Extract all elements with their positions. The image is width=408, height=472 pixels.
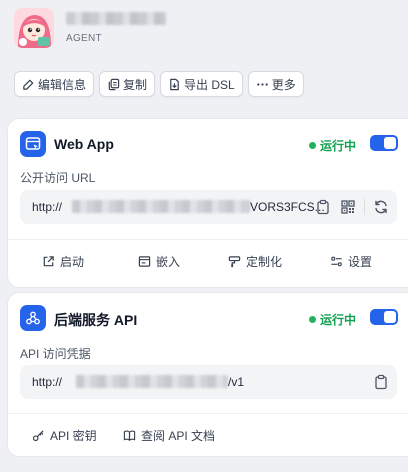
api-url-redacted bbox=[76, 375, 228, 388]
launch-icon bbox=[43, 256, 54, 267]
export-icon bbox=[170, 78, 179, 90]
copy-icon bbox=[108, 78, 120, 90]
api-title: 后端服务 API bbox=[54, 312, 138, 328]
edit-info-label: 编辑信息 bbox=[38, 77, 87, 92]
public-url-box: http:// VORS3FCS... bbox=[20, 190, 397, 224]
edit-icon bbox=[23, 79, 34, 90]
app-type-label: AGENT bbox=[66, 33, 102, 44]
settings-link[interactable]: 设置 bbox=[330, 253, 372, 270]
webapp-card: Web App 运行中 公开访问 URL http:// VORS3FCS... bbox=[7, 118, 408, 288]
browser-window-icon bbox=[25, 137, 41, 150]
api-nodes-icon bbox=[26, 311, 40, 325]
status-dot-icon bbox=[308, 316, 316, 323]
app-avatar bbox=[14, 8, 54, 48]
api-key-label: API 密钥 bbox=[50, 429, 97, 443]
key-icon bbox=[32, 430, 44, 442]
webapp-divider bbox=[8, 239, 408, 240]
edit-info-button[interactable]: 编辑信息 bbox=[14, 71, 95, 97]
customize-label: 定制化 bbox=[246, 255, 283, 269]
embed-label: 嵌入 bbox=[156, 255, 181, 269]
action-toolbar: 编辑信息 复制 导出 DSL 更多 bbox=[14, 71, 304, 97]
copy-api-url-button[interactable] bbox=[373, 374, 389, 390]
webapp-status-text: 运行中 bbox=[319, 139, 356, 153]
more-button[interactable]: 更多 bbox=[247, 71, 304, 97]
api-links: API 密钥 查阅 API 文档 bbox=[8, 423, 408, 449]
api-card-header: 后端服务 API 运行中 bbox=[20, 305, 398, 331]
webapp-card-header: Web App 运行中 bbox=[20, 131, 398, 157]
copy-button[interactable]: 复制 bbox=[99, 71, 156, 97]
webapp-title: Web App bbox=[54, 136, 114, 152]
customize-link[interactable]: 定制化 bbox=[228, 253, 282, 270]
api-toggle[interactable] bbox=[370, 309, 398, 325]
regenerate-url-button[interactable] bbox=[373, 199, 389, 215]
public-url-redacted bbox=[72, 200, 250, 213]
api-url-box: http:// /v1 bbox=[20, 365, 397, 399]
export-dsl-label: 导出 DSL bbox=[184, 77, 235, 92]
more-icon bbox=[256, 82, 268, 86]
api-url-suffix: /v1 bbox=[228, 375, 245, 389]
api-divider bbox=[8, 413, 408, 414]
clipboard-icon bbox=[375, 374, 387, 390]
embed-link[interactable]: 嵌入 bbox=[138, 253, 180, 270]
api-status-text: 运行中 bbox=[319, 313, 356, 327]
api-card: 后端服务 API 运行中 API 访问凭据 http:// /v1 API 密钥… bbox=[7, 292, 408, 457]
public-url-label: 公开访问 URL bbox=[20, 171, 96, 185]
webapp-links: 启动 嵌入 定制化 设置 bbox=[8, 249, 408, 275]
api-key-link[interactable]: API 密钥 bbox=[32, 427, 97, 444]
clipboard-icon bbox=[317, 199, 329, 215]
copy-url-button[interactable] bbox=[315, 199, 331, 215]
api-docs-label: 查阅 API 文档 bbox=[141, 429, 216, 443]
app-header: AGENT bbox=[14, 8, 394, 52]
api-url-prefix: http:// bbox=[32, 375, 63, 389]
webapp-status: 运行中 bbox=[308, 137, 356, 154]
settings-label: 设置 bbox=[348, 255, 373, 269]
toggle-knob bbox=[384, 137, 396, 149]
more-label: 更多 bbox=[271, 77, 296, 92]
api-status: 运行中 bbox=[308, 311, 356, 328]
export-dsl-button[interactable]: 导出 DSL bbox=[160, 71, 243, 97]
avatar-illustration-icon bbox=[14, 8, 54, 48]
qrcode-icon bbox=[341, 200, 355, 214]
launch-link[interactable]: 启动 bbox=[42, 253, 84, 270]
api-credential-label: API 访问凭据 bbox=[20, 347, 91, 361]
copy-label: 复制 bbox=[123, 77, 148, 92]
api-docs-link[interactable]: 查阅 API 文档 bbox=[123, 427, 215, 444]
url-divider bbox=[364, 199, 365, 215]
embed-icon bbox=[138, 256, 151, 267]
public-url-suffix: VORS3FCS... bbox=[250, 200, 325, 214]
api-icon bbox=[20, 305, 46, 331]
toggle-knob bbox=[384, 311, 396, 323]
webapp-icon bbox=[20, 131, 46, 157]
launch-label: 启动 bbox=[60, 255, 85, 269]
book-icon bbox=[123, 430, 136, 441]
qrcode-button[interactable] bbox=[340, 199, 356, 215]
refresh-icon bbox=[375, 200, 387, 214]
status-dot-icon bbox=[308, 142, 316, 149]
webapp-toggle[interactable] bbox=[370, 135, 398, 151]
settings-icon bbox=[331, 256, 342, 267]
customize-icon bbox=[228, 256, 241, 268]
app-name-redacted bbox=[66, 12, 166, 25]
public-url-prefix: http:// bbox=[32, 200, 63, 214]
